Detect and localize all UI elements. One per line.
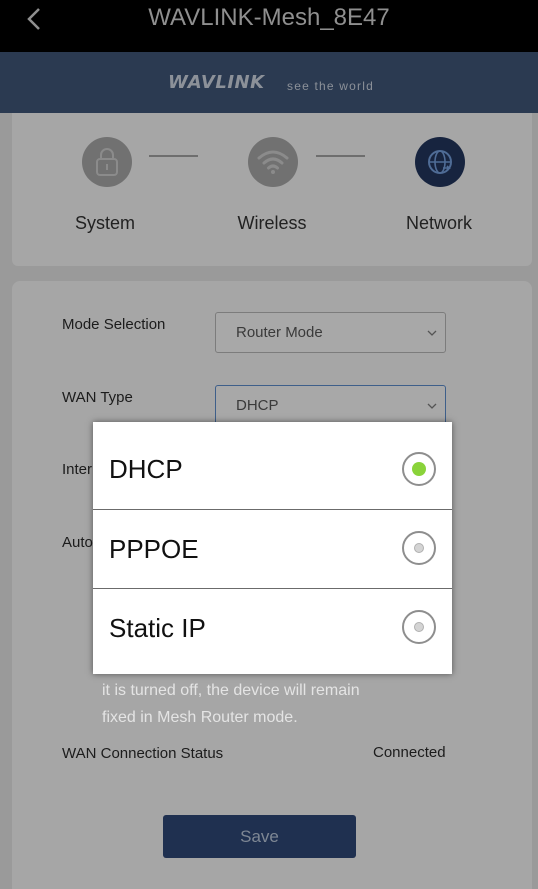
mode-description-line: fixed in Mesh Router mode.: [102, 709, 298, 726]
wifi-icon: [257, 150, 289, 174]
globe-icon: [428, 150, 452, 174]
brand-logo: WAVLINK: [168, 72, 265, 93]
chevron-down-icon: [427, 330, 437, 336]
internet-label: Inter: [62, 461, 93, 478]
step-wireless: [248, 137, 298, 187]
wan-option-dhcp[interactable]: DHCP: [93, 430, 452, 510]
mode-selection-label: Mode Selection: [62, 316, 166, 333]
top-bar: WAVLINK-Mesh_8E47: [0, 0, 538, 52]
mode-selection-value: Router Mode: [236, 324, 323, 341]
wan-option-pppoe[interactable]: PPPOE: [93, 510, 452, 590]
radio-dot: [412, 462, 426, 476]
wan-option-label: PPPOE: [109, 534, 199, 564]
radio-unselected[interactable]: [402, 531, 436, 565]
radio-dot: [414, 543, 424, 553]
lock-icon: [96, 148, 118, 176]
mode-selection-dropdown[interactable]: Router Mode: [215, 312, 446, 353]
brand-bar: [0, 52, 538, 113]
wan-type-value: DHCP: [236, 397, 279, 414]
mode-description-line: it is turned off, the device will remain: [102, 682, 360, 699]
wan-option-label: DHCP: [109, 454, 183, 484]
step-label-system: System: [74, 213, 135, 233]
radio-unselected[interactable]: [402, 610, 436, 644]
wan-type-label: WAN Type: [62, 389, 133, 406]
wan-type-picker: DHCP PPPOE Static IP: [93, 422, 452, 674]
wan-status-label: WAN Connection Status: [62, 745, 224, 762]
wan-option-static-ip[interactable]: Static IP: [93, 589, 452, 669]
setup-steps: [12, 113, 532, 266]
brand-tagline: see the world: [287, 79, 374, 93]
save-button[interactable]: Save: [163, 815, 356, 858]
auto-label: Auto: [62, 534, 93, 551]
step-connector: [316, 155, 365, 157]
radio-selected[interactable]: [402, 452, 436, 486]
chevron-down-icon: [427, 403, 437, 409]
wan-type-dropdown[interactable]: DHCP: [215, 385, 446, 426]
wan-status-value: Connected: [373, 744, 446, 761]
step-network: [415, 137, 465, 187]
step-connector: [149, 155, 198, 157]
step-label-wireless: Wireless: [237, 213, 307, 233]
radio-dot: [414, 622, 424, 632]
step-system: [82, 137, 132, 187]
wan-option-label: Static IP: [109, 613, 206, 643]
step-label-network: Network: [405, 213, 472, 233]
page-title: WAVLINK-Mesh_8E47: [148, 4, 390, 31]
